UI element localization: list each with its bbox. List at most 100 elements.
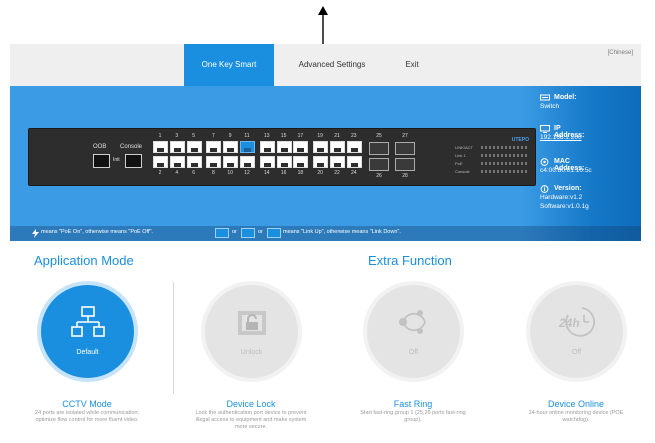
port-number: 3: [175, 133, 179, 139]
ethernet-port-15[interactable]: [276, 141, 292, 153]
fast-ring-state: Off: [408, 349, 419, 356]
ethernet-port-21[interactable]: [330, 141, 345, 153]
application-mode-heading: Application Mode: [34, 253, 134, 268]
link-up-port-icon: [267, 228, 281, 238]
tab-advanced-settings[interactable]: Advanced Settings: [282, 44, 382, 86]
legend-or-1: or: [232, 229, 237, 235]
device-online-toggle[interactable]: 24h Off: [526, 281, 627, 382]
port-number: 11: [244, 133, 250, 139]
top-nav: One Key Smart Advanced Settings Exit [Ch…: [10, 44, 641, 86]
port-number: 5: [192, 133, 195, 139]
software-version: Software:v1.0.1g: [540, 203, 589, 210]
device-lock-state: Unlock: [240, 349, 263, 356]
ethernet-port-7[interactable]: [206, 141, 222, 153]
ethernet-port-16[interactable]: [276, 156, 292, 168]
port-number: 20: [317, 170, 323, 176]
monitor-icon: [540, 94, 550, 101]
ring-nodes-icon: [399, 310, 426, 334]
ethernet-port-12[interactable]: [240, 156, 255, 168]
legend-poe-text: means "PoE On", otherwise means "PoE Off…: [41, 229, 153, 235]
ethernet-port-13[interactable]: [259, 141, 275, 153]
ethernet-port-19[interactable]: [313, 141, 329, 153]
ethernet-port-10[interactable]: [223, 156, 239, 168]
ethernet-port-4[interactable]: [169, 156, 185, 168]
port-number: 27: [402, 133, 408, 139]
oob-label: OOB: [93, 144, 107, 150]
ethernet-port-14[interactable]: [259, 156, 275, 168]
port-number: 6: [192, 170, 195, 176]
port-number: 12: [244, 170, 250, 176]
ethernet-port-20[interactable]: [313, 156, 329, 168]
ethernet-port-22[interactable]: [330, 156, 345, 168]
ethernet-port-6[interactable]: [186, 156, 202, 168]
ethernet-port-3[interactable]: [169, 141, 185, 153]
led-row: [481, 170, 529, 173]
ethernet-port-24[interactable]: [346, 156, 362, 168]
version-label: Version:: [554, 185, 582, 192]
init-label: Init: [113, 157, 120, 163]
switch-front-panel: OOB Console Init 1 2 3 4 5 6 7 8 9 10 11 12 13 14 15 16…: [28, 128, 536, 186]
led-row: [481, 154, 529, 157]
led-label-poe: PoE: [455, 161, 463, 166]
port-number: 22: [334, 170, 340, 176]
port-number: 21: [334, 133, 340, 139]
port-number: 14: [264, 170, 270, 176]
link-up-port-icon: [241, 228, 255, 238]
ethernet-port-1[interactable]: [153, 141, 168, 153]
sfp-port-28[interactable]: [395, 158, 415, 171]
sfp-port-26[interactable]: [369, 158, 389, 171]
svg-text:24h: 24h: [558, 316, 580, 330]
port-number: 4: [175, 170, 179, 176]
led-row: [481, 146, 529, 149]
tab-one-key-smart[interactable]: One Key Smart: [184, 44, 274, 86]
cctv-mode-toggle[interactable]: Default: [37, 281, 138, 382]
sfp-port-27[interactable]: [395, 142, 415, 155]
ethernet-port-5[interactable]: [186, 141, 202, 153]
port-number: 17: [297, 133, 304, 139]
port-number: 10: [227, 170, 233, 176]
lightning-icon: [32, 229, 39, 238]
port-number: 18: [297, 170, 304, 176]
annotation-arrow: [318, 6, 328, 46]
port-number: 2: [158, 170, 162, 176]
cctv-mode-state: Default: [76, 349, 99, 356]
port-number: 15: [280, 133, 287, 139]
device-lock-desc: Lock the authentication port device to p…: [195, 410, 307, 430]
display-icon: [540, 125, 550, 133]
port-number: 25: [376, 133, 382, 139]
mac-value: c4:00:80:01:10:5c: [540, 167, 592, 174]
legend-bar: means "PoE On", otherwise means "PoE Off…: [10, 226, 641, 241]
console-label: Console: [120, 144, 143, 150]
ip-value-link[interactable]: 192.168.1.200: [540, 134, 582, 141]
model-label: Model:: [554, 94, 577, 101]
device-lock-toggle[interactable]: Unlock: [201, 281, 302, 382]
language-link[interactable]: [Chinese]: [608, 50, 633, 56]
port-number: 1: [158, 133, 162, 139]
status-leds: UTEPO LINK/ACT Link 1 PoE Console: [455, 137, 533, 179]
ethernet-port-2[interactable]: [153, 156, 168, 168]
ethernet-port-17[interactable]: [293, 141, 309, 153]
device-online-state: Off: [571, 349, 582, 356]
device-lock-title: Device Lock: [226, 399, 276, 409]
page: One Key Smart Advanced Settings Exit [Ch…: [0, 0, 655, 443]
ethernet-port-18[interactable]: [293, 156, 309, 168]
device-online-title: Device Online: [547, 399, 605, 409]
oob-port[interactable]: [93, 154, 110, 168]
ethernet-port-11[interactable]: [240, 141, 255, 153]
ethernet-port-8[interactable]: [206, 156, 222, 168]
console-port[interactable]: [125, 154, 142, 168]
ethernet-port-23[interactable]: [346, 141, 362, 153]
port-number: 7: [212, 133, 215, 139]
port-number: 13: [264, 133, 270, 139]
legend-or-2: or: [258, 229, 263, 235]
legend-link-text: means "Link Up", otherwise means "Link D…: [283, 229, 401, 235]
port-number: 9: [228, 133, 232, 139]
ethernet-port-9[interactable]: [223, 141, 239, 153]
port-number: 16: [280, 170, 287, 176]
tab-exit[interactable]: Exit: [390, 44, 434, 86]
port-number: 26: [376, 173, 382, 179]
section-divider: [173, 282, 174, 394]
sfp-port-25[interactable]: [369, 142, 389, 155]
fast-ring-toggle[interactable]: Off: [363, 281, 464, 382]
clock-24h-icon: 24h: [558, 307, 596, 337]
